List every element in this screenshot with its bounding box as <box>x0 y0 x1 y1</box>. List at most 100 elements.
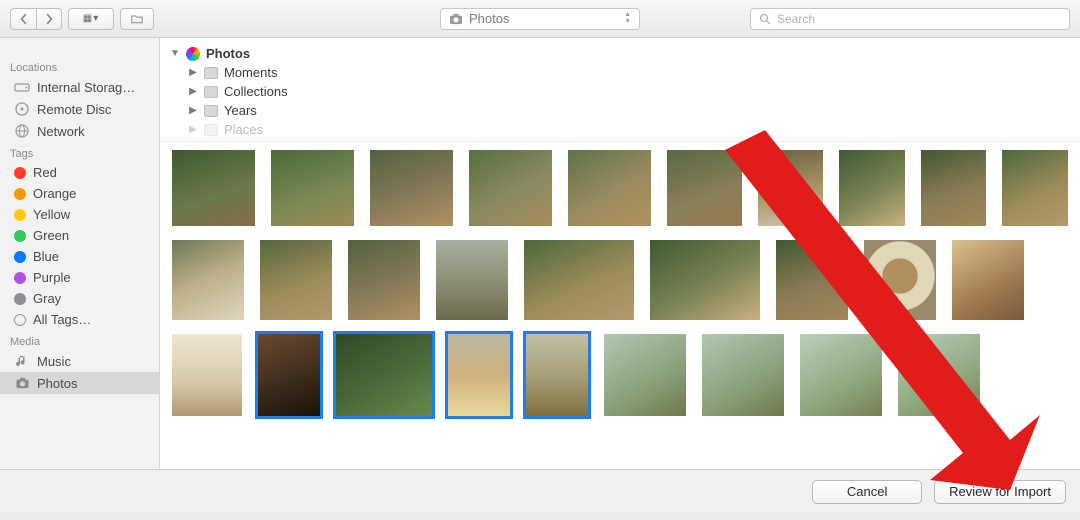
disclosure-right-icon[interactable]: ▶ <box>188 86 198 97</box>
tree-label: Moments <box>224 65 277 80</box>
photo-thumbnail[interactable] <box>1002 150 1068 226</box>
photo-thumbnail[interactable] <box>650 240 760 320</box>
tree-item-moments[interactable]: ▶ Moments <box>170 63 1080 82</box>
photo-thumbnail[interactable] <box>436 240 508 320</box>
sidebar-tag-green[interactable]: Green <box>0 225 159 246</box>
photo-thumbnail[interactable] <box>448 334 510 416</box>
sidebar-item-photos[interactable]: Photos <box>0 372 159 394</box>
disclosure-right-icon[interactable]: ▶ <box>188 124 198 135</box>
photo-thumbnail[interactable] <box>921 150 987 226</box>
disc-icon <box>14 101 30 117</box>
photo-thumbnail[interactable] <box>952 240 1024 320</box>
sidebar-tag-gray[interactable]: Gray <box>0 288 159 309</box>
sidebar-tag-purple[interactable]: Purple <box>0 267 159 288</box>
photo-thumbnail[interactable] <box>524 240 634 320</box>
tag-dot-icon <box>14 188 26 200</box>
view-mode-button[interactable]: ▦▾ <box>68 8 114 30</box>
photo-thumbnail[interactable] <box>864 240 936 320</box>
search-input[interactable] <box>777 12 1061 26</box>
content-area: ▼ Photos ▶ Moments ▶ Collections ▶ Years <box>160 38 1080 469</box>
search-field[interactable] <box>750 8 1070 30</box>
music-icon <box>14 353 30 369</box>
photo-thumbnail[interactable] <box>758 150 824 226</box>
folder-icon <box>204 124 218 136</box>
sidebar-item-label: Gray <box>33 291 61 306</box>
sidebar-item-label: Blue <box>33 249 59 264</box>
nav-back-forward <box>10 8 62 30</box>
photo-thumbnail[interactable] <box>702 334 784 416</box>
tree-label: Years <box>224 103 257 118</box>
location-popup[interactable]: Photos ▲▼ <box>440 8 640 30</box>
chevron-left-icon <box>18 13 30 25</box>
photo-thumbnail[interactable] <box>526 334 588 416</box>
photo-thumbnail[interactable] <box>776 240 848 320</box>
sidebar-item-label: Red <box>33 165 57 180</box>
tree-label: Collections <box>224 84 288 99</box>
tree-item-collections[interactable]: ▶ Collections <box>170 82 1080 101</box>
sidebar-item-label: Green <box>33 228 69 243</box>
photo-thumbnail[interactable] <box>370 150 453 226</box>
tree-item-years[interactable]: ▶ Years <box>170 101 1080 120</box>
sidebar-tag-yellow[interactable]: Yellow <box>0 204 159 225</box>
sidebar-item-label: Remote Disc <box>37 102 111 117</box>
review-for-import-button[interactable]: Review for Import <box>934 480 1066 504</box>
sidebar-header-tags: Tags <box>0 142 159 162</box>
toolbar: ▦▾ Photos ▲▼ <box>0 0 1080 38</box>
tag-outline-icon <box>14 314 26 326</box>
photos-app-icon <box>186 47 200 61</box>
sidebar-item-network[interactable]: Network <box>0 120 159 142</box>
sidebar-item-remote-disc[interactable]: Remote Disc <box>0 98 159 120</box>
sidebar-item-internal-storage[interactable]: Internal Storag… <box>0 76 159 98</box>
dialog-footer: Cancel Review for Import <box>0 469 1080 513</box>
disclosure-right-icon[interactable]: ▶ <box>188 105 198 116</box>
photo-thumbnail[interactable] <box>839 150 905 226</box>
sidebar-item-label: Photos <box>37 376 77 391</box>
photo-thumbnail[interactable] <box>258 334 320 416</box>
photo-thumbnail[interactable] <box>604 334 686 416</box>
forward-button[interactable] <box>36 8 62 30</box>
folder-icon <box>204 105 218 117</box>
tag-dot-icon <box>14 167 26 179</box>
photo-thumbnail[interactable] <box>469 150 552 226</box>
sidebar-item-music[interactable]: Music <box>0 350 159 372</box>
sidebar-item-label: All Tags… <box>33 312 91 327</box>
sidebar-item-cutoff: ▬▬▬▬ <box>28 44 151 52</box>
tag-dot-icon <box>14 209 26 221</box>
sidebar-tag-blue[interactable]: Blue <box>0 246 159 267</box>
photo-thumbnail[interactable] <box>172 150 255 226</box>
tag-dot-icon <box>14 272 26 284</box>
tag-dot-icon <box>14 251 26 263</box>
photo-thumbnail[interactable] <box>667 150 742 226</box>
sidebar-item-label: Music <box>37 354 71 369</box>
photo-thumbnail[interactable] <box>172 240 244 320</box>
back-button[interactable] <box>10 8 36 30</box>
disclosure-right-icon[interactable]: ▶ <box>188 67 198 78</box>
sidebar-item-label: Network <box>37 124 85 139</box>
photo-thumbnail[interactable] <box>271 150 354 226</box>
photo-thumbnail[interactable] <box>898 334 980 416</box>
grid-icon: ▦▾ <box>83 13 99 24</box>
sidebar-tag-all[interactable]: All Tags… <box>0 309 159 330</box>
photo-thumbnail[interactable] <box>260 240 332 320</box>
sidebar-tag-orange[interactable]: Orange <box>0 183 159 204</box>
tree-item-photos-root[interactable]: ▼ Photos <box>170 44 1080 63</box>
folder-icon <box>204 86 218 98</box>
photo-thumbnail[interactable] <box>568 150 651 226</box>
photo-thumbnail[interactable] <box>800 334 882 416</box>
photo-thumbnail[interactable] <box>172 334 242 416</box>
tree-item-places[interactable]: ▶ Places <box>170 120 1080 139</box>
photo-thumbnail[interactable] <box>336 334 432 416</box>
sidebar-tag-red[interactable]: Red <box>0 162 159 183</box>
photo-grid[interactable] <box>160 142 1080 469</box>
photo-thumbnail[interactable] <box>348 240 420 320</box>
disclosure-down-icon[interactable]: ▼ <box>170 48 180 59</box>
open-folder-button[interactable] <box>120 8 154 30</box>
tag-dot-icon <box>14 230 26 242</box>
tree-label: Photos <box>206 46 250 61</box>
location-label: Photos <box>469 11 509 26</box>
camera-icon <box>449 13 463 25</box>
cancel-button[interactable]: Cancel <box>812 480 922 504</box>
tag-dot-icon <box>14 293 26 305</box>
globe-icon <box>14 123 30 139</box>
search-icon <box>759 13 771 25</box>
